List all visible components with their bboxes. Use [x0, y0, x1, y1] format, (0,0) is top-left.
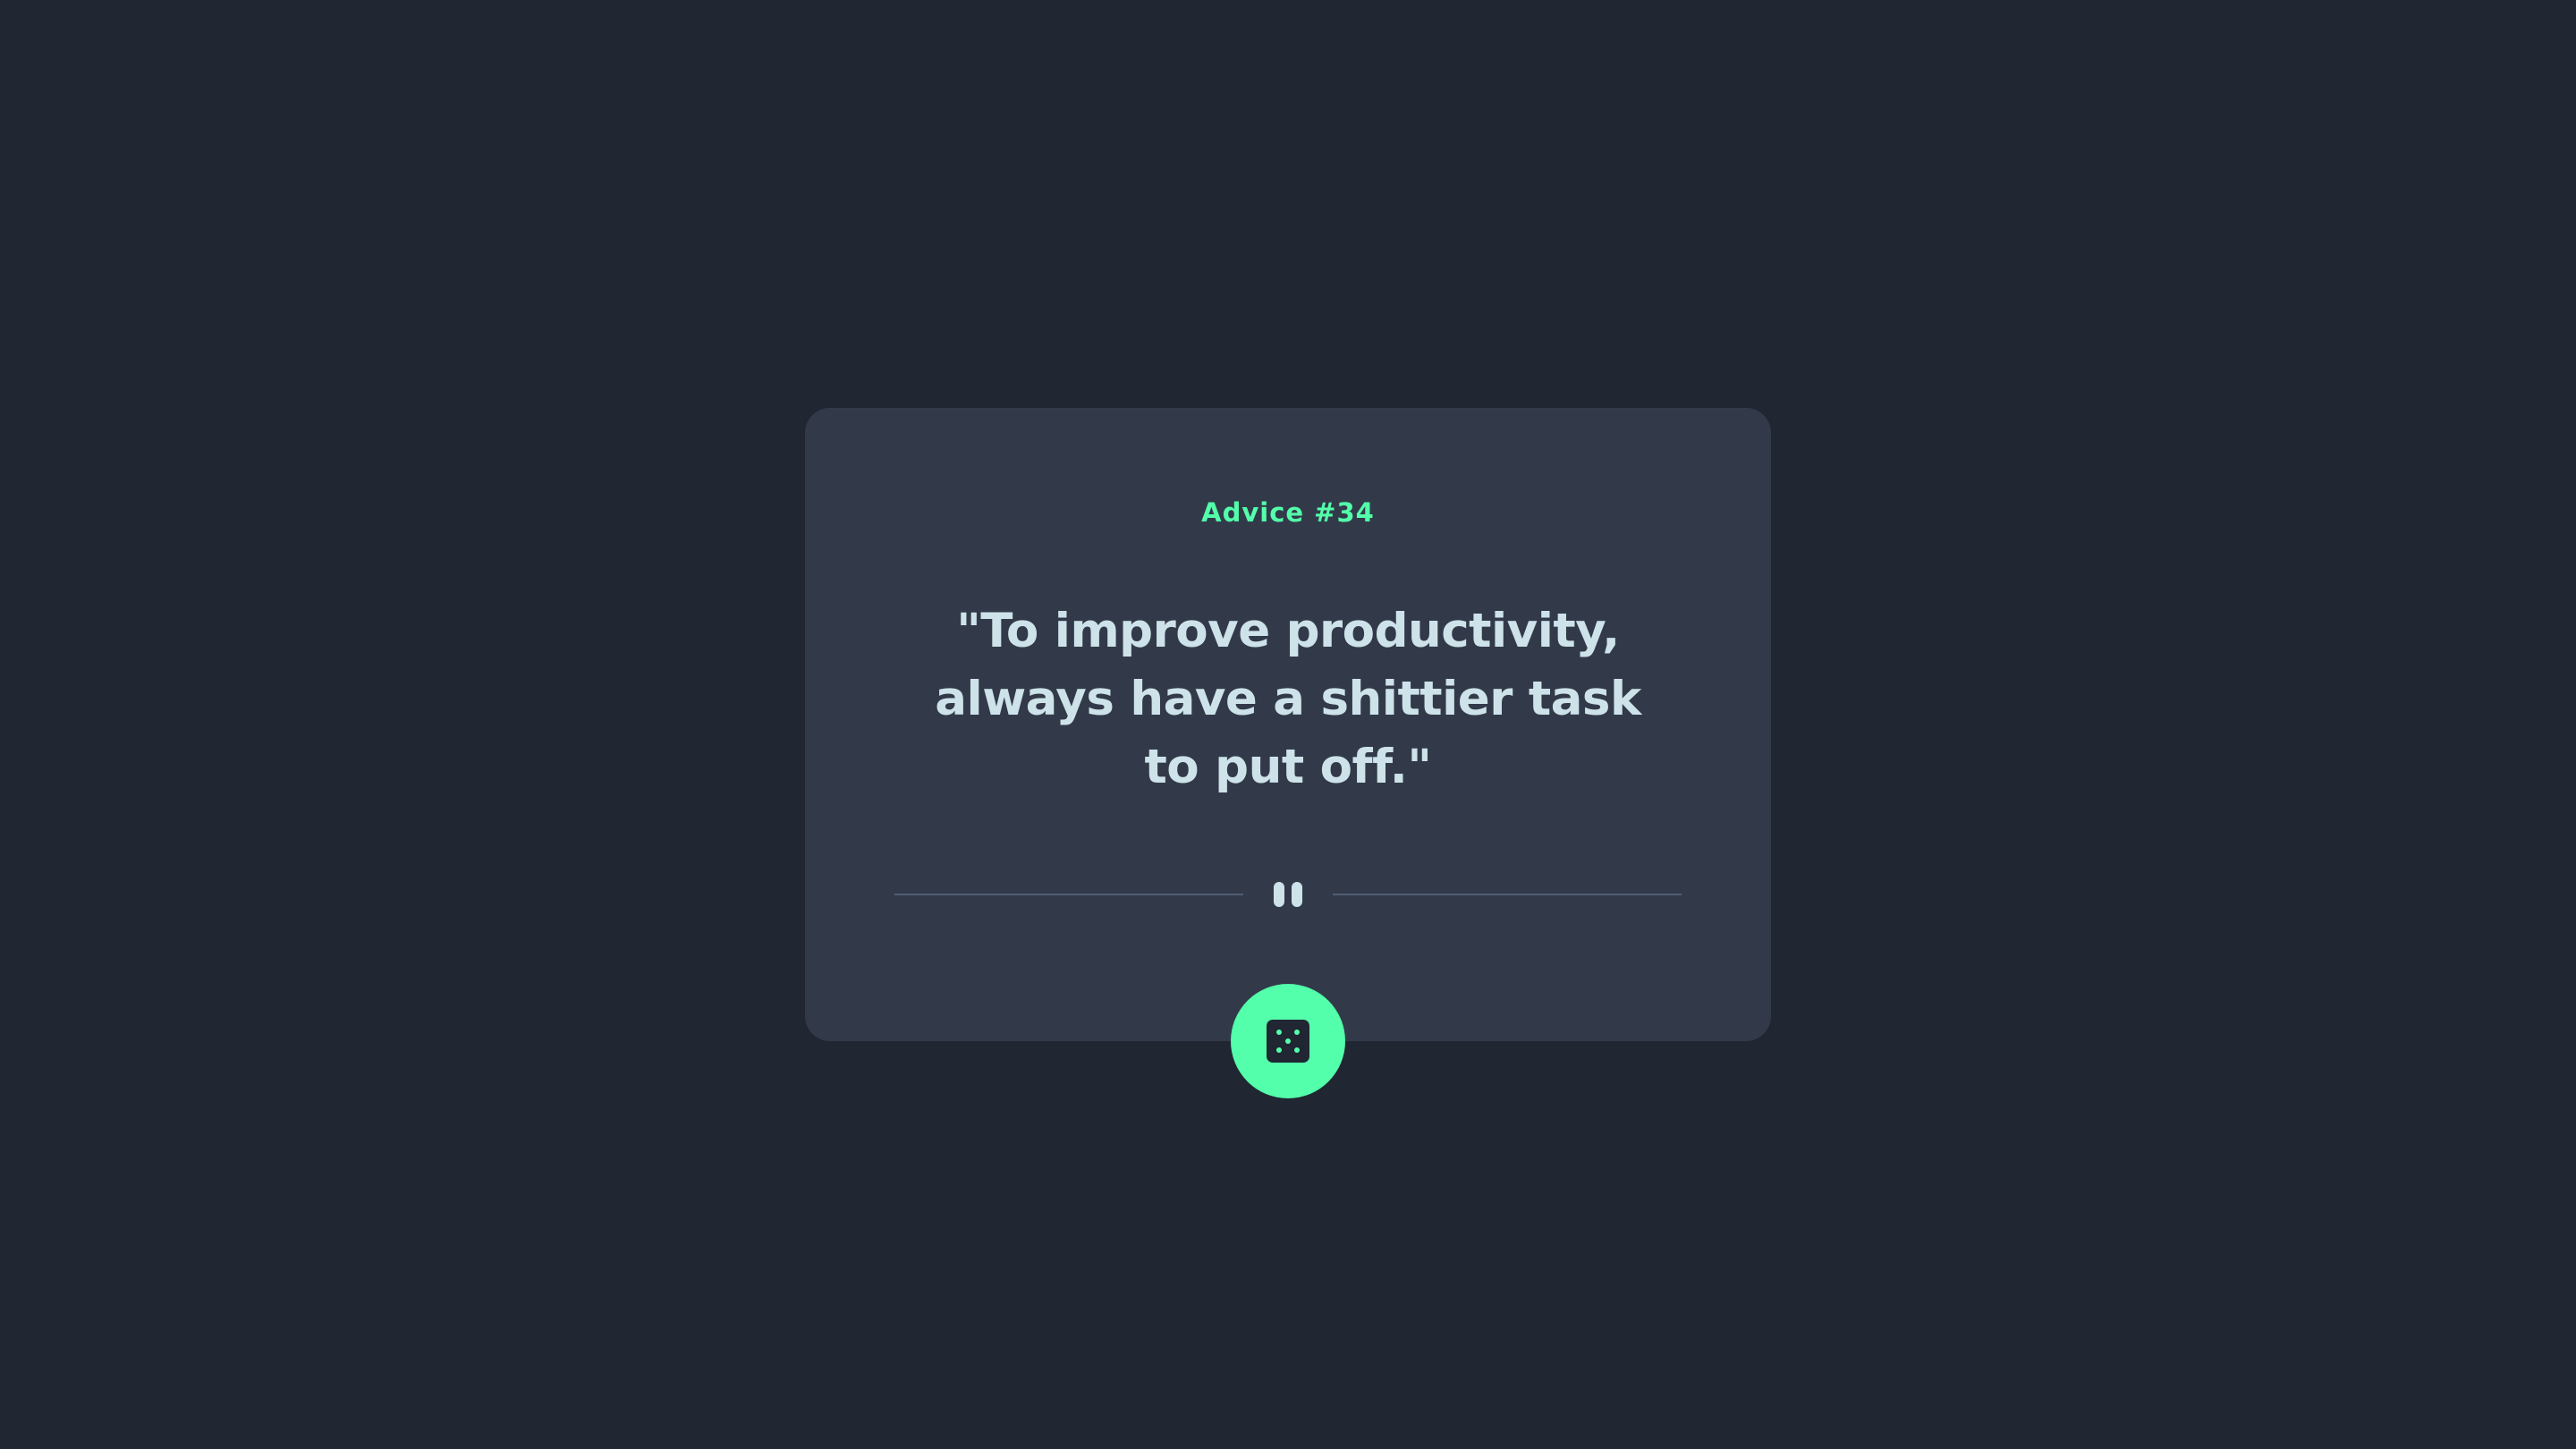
advice-quote: "To improve productivity, always have a … — [935, 604, 1641, 794]
divider-line-left — [894, 894, 1243, 895]
pause-bar-right — [1292, 882, 1302, 907]
page: Advice #34 "To improve productivity, alw… — [0, 0, 2576, 1449]
generate-advice-button[interactable] — [1231, 984, 1345, 1098]
divider — [894, 880, 1682, 909]
advice-card: Advice #34 "To improve productivity, alw… — [805, 408, 1771, 1041]
advice-id: Advice #34 — [1201, 497, 1375, 528]
pause-bar-left — [1274, 882, 1284, 907]
pause-icon — [1268, 880, 1308, 909]
dice-icon — [1267, 1020, 1309, 1063]
divider-line-right — [1333, 894, 1682, 895]
